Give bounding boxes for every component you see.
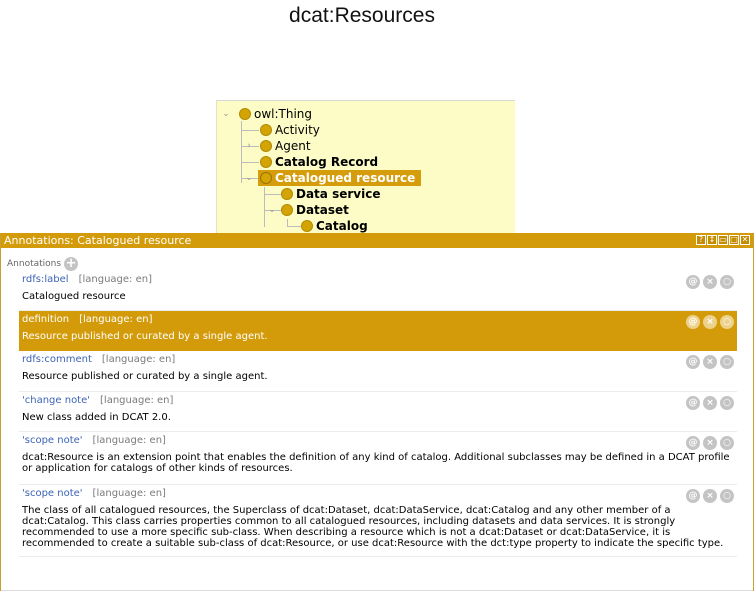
- minimize-icon[interactable]: ▭: [718, 235, 728, 245]
- annotation-value: Resource published or curated by a singl…: [22, 371, 268, 382]
- split-icon[interactable]: ↕: [707, 235, 717, 245]
- annotation-value: Catalogued resource: [22, 291, 126, 302]
- annotation-language: [language: en]: [78, 274, 152, 285]
- annotation-language: [language: en]: [100, 395, 174, 406]
- panel-header-buttons: ? ↕ ▭ □ ✕: [696, 235, 750, 245]
- class-icon: [239, 108, 251, 120]
- delete-icon[interactable]: ×: [703, 489, 717, 503]
- annotation-row[interactable]: rdfs:comment [language: en] Resource publ…: [19, 351, 737, 392]
- collapse-toggle-icon[interactable]: ›: [244, 141, 254, 151]
- class-icon: [260, 124, 272, 136]
- annotation-value: New class added in DCAT 2.0.: [22, 412, 171, 423]
- class-icon: [301, 220, 313, 232]
- help-icon[interactable]: ?: [696, 235, 706, 245]
- tree-item-dataset[interactable]: Dataset: [281, 202, 349, 218]
- class-icon: [281, 204, 293, 216]
- panel-title: Annotations: Catalogued resource: [4, 234, 192, 247]
- annotation-property[interactable]: rdfs:label: [22, 274, 69, 285]
- plus-icon[interactable]: +: [64, 257, 79, 271]
- tree-connector: [241, 130, 259, 131]
- annotations-section-header: Annotations +: [7, 257, 79, 271]
- annotation-row[interactable]: 'change note' [language: en] New class ad…: [19, 392, 737, 432]
- at-icon[interactable]: @: [686, 275, 700, 289]
- annotation-language: [language: en]: [101, 354, 176, 365]
- class-hierarchy-tree[interactable]: ⌄ › ⌄ ⌄ owl:Thing Activity Agent Catalog…: [216, 100, 515, 235]
- annotation-property[interactable]: 'change note': [22, 395, 90, 406]
- at-icon[interactable]: @: [686, 355, 700, 369]
- delete-icon[interactable]: ×: [703, 436, 717, 450]
- maximize-icon[interactable]: □: [729, 235, 739, 245]
- tree-connector: [287, 226, 301, 227]
- tree-item-data-service[interactable]: Data service: [281, 186, 380, 202]
- panel-header: Annotations: Catalogued resource ? ↕ ▭ □…: [1, 233, 753, 248]
- close-icon[interactable]: ✕: [740, 235, 750, 245]
- annotation-language: [language: en]: [92, 435, 166, 446]
- edit-icon[interactable]: ○: [720, 396, 734, 410]
- class-icon: [281, 188, 293, 200]
- at-icon[interactable]: @: [686, 489, 700, 503]
- edit-icon[interactable]: ○: [720, 489, 734, 503]
- edit-icon[interactable]: ○: [720, 355, 734, 369]
- annotation-property[interactable]: 'scope note': [22, 435, 83, 446]
- annotations-panel: Annotations: Catalogued resource ? ↕ ▭ □…: [0, 233, 754, 591]
- expand-toggle-icon[interactable]: ⌄: [267, 205, 277, 215]
- tree-item-catalog-record[interactable]: Catalog Record: [260, 154, 378, 170]
- tree-item-catalogued-resource[interactable]: Catalogued resource: [258, 170, 422, 186]
- annotation-language: [language: en]: [92, 488, 166, 499]
- class-icon: [260, 156, 272, 168]
- annotation-row[interactable]: 'scope note' [language: en] dcat:Resource…: [19, 432, 737, 485]
- tree-connector: [241, 162, 259, 163]
- class-icon: [260, 172, 272, 184]
- at-icon[interactable]: @: [686, 315, 700, 329]
- annotation-row-selected[interactable]: definition [language: en] Resource publis…: [19, 311, 737, 351]
- delete-icon[interactable]: ×: [703, 396, 717, 410]
- edit-icon[interactable]: ○: [720, 436, 734, 450]
- delete-icon[interactable]: ×: [703, 355, 717, 369]
- annotation-value: Resource published or curated by a singl…: [22, 331, 268, 342]
- annotation-language: [language: en]: [79, 314, 153, 325]
- annotation-property[interactable]: 'scope note': [22, 488, 83, 499]
- expand-toggle-icon[interactable]: ⌄: [221, 109, 231, 119]
- page-title: dcat:Resources: [289, 4, 435, 27]
- annotation-property[interactable]: definition: [22, 314, 69, 325]
- class-icon: [260, 140, 272, 152]
- delete-icon[interactable]: ×: [703, 315, 717, 329]
- tree-item-owl-thing[interactable]: owl:Thing: [239, 106, 312, 122]
- annotation-row[interactable]: rdfs:label [language: en] Catalogued reso…: [19, 271, 737, 311]
- delete-icon[interactable]: ×: [703, 275, 717, 289]
- edit-icon[interactable]: ○: [720, 275, 734, 289]
- tree-item-agent[interactable]: Agent: [260, 138, 311, 154]
- annotations-label: Annotations: [7, 259, 62, 269]
- tree-connector: [264, 194, 282, 195]
- at-icon[interactable]: @: [686, 436, 700, 450]
- annotation-property[interactable]: rdfs:comment: [22, 354, 92, 365]
- tree-item-catalog[interactable]: Catalog: [301, 218, 368, 234]
- tree-connector: [264, 187, 265, 227]
- edit-icon[interactable]: ○: [720, 315, 734, 329]
- annotation-value: The class of all catalogued resources, t…: [22, 505, 724, 549]
- tree-item-activity[interactable]: Activity: [260, 122, 320, 138]
- at-icon[interactable]: @: [686, 396, 700, 410]
- annotation-row[interactable]: 'scope note' [language: en] The class of …: [19, 485, 737, 557]
- expand-toggle-icon[interactable]: ⌄: [244, 173, 254, 183]
- annotation-value: dcat:Resource is an extension point that…: [22, 452, 730, 474]
